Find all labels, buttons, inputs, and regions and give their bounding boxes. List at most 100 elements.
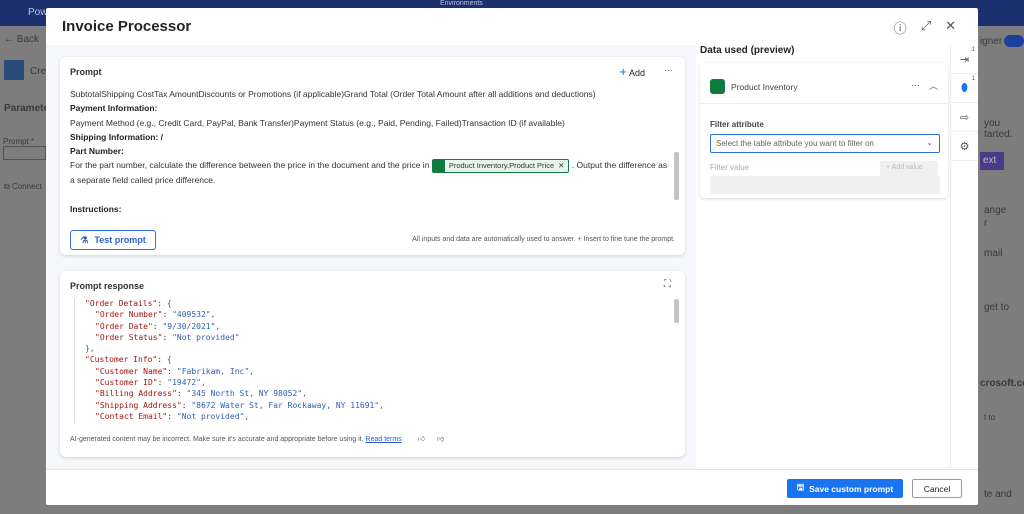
json-key: "Customer Info" (85, 355, 158, 365)
database-icon: ⬮ (961, 81, 968, 94)
sign-out-icon: ⇨ (959, 111, 970, 124)
json-key: "Order Details" (85, 299, 158, 308)
add-label: Add (628, 68, 645, 78)
json-line: "Order Date": "9/30/2021", (95, 321, 221, 331)
bg-text: te and (984, 489, 1012, 500)
outputs-tab[interactable]: ⇨ (951, 103, 978, 132)
json-value: "19472", (167, 378, 206, 388)
close-icon[interactable]: ✕ (945, 18, 956, 37)
bg-text: r (984, 218, 988, 229)
bg-text: ange (984, 205, 1007, 216)
json-key: "Billing Address" (95, 389, 177, 399)
data-reference-chip[interactable]: Product Inventory.Product Price ✕ (431, 159, 570, 174)
data-used-title: Data used (preview) (700, 45, 795, 56)
inputs-tab[interactable]: ⇥ 1 (951, 45, 978, 74)
prompt-scrollbar[interactable] (674, 152, 679, 200)
side-toolbar: ⇥ 1 ⬮ 1 ⇨ ⚙ (950, 45, 978, 469)
help-icon[interactable]: ⓘ (894, 18, 907, 37)
prompt-editor[interactable]: SubtotalShipping CostTax AmountDiscounts… (70, 87, 670, 219)
cancel-button[interactable]: Cancel (912, 479, 962, 498)
badge: 1 (971, 76, 975, 82)
designer-toggle[interactable] (1004, 35, 1024, 47)
thumbs-down-icon[interactable]: 👎︎ (437, 436, 444, 443)
json-line: "Shipping Address": "8672 Water St, Far … (95, 400, 384, 410)
json-key: "Customer Name" (95, 366, 168, 376)
prompt-heading: Instructions: (70, 203, 122, 214)
chevron-up-icon[interactable]: ︿ (929, 79, 938, 92)
read-terms-link[interactable]: Read terms (366, 436, 402, 443)
json-key: "Order Status" (95, 332, 163, 342)
chip-label: Product Inventory.Product Price (448, 161, 555, 171)
json-key: "Shipping Address" (95, 400, 182, 410)
more-options-icon[interactable]: ··· (664, 65, 673, 75)
response-scrollbar[interactable] (674, 299, 679, 323)
environments-label[interactable]: Environments (440, 0, 483, 7)
filter-value-input[interactable] (710, 176, 940, 194)
bg-text: you (984, 118, 1001, 129)
plus-icon: + (619, 64, 627, 79)
prompt-card: Prompt + Add ··· SubtotalShipping CostTa… (60, 57, 685, 255)
prompt-title: Prompt (70, 67, 102, 77)
bg-text: t to (984, 413, 996, 422)
designer-toggle-label: igner (980, 36, 1003, 47)
flask-icon: ⚗ (80, 234, 89, 245)
next-button[interactable]: ext (980, 152, 1004, 170)
json-value: "9/30/2021", (162, 321, 221, 331)
badge: 1 (971, 47, 975, 53)
json-line: "Order Number": "409532", (95, 310, 216, 320)
data-source-card: Product Inventory ··· ︿ Filter attribute… (700, 63, 948, 198)
response-title: Prompt response (70, 281, 145, 291)
fullscreen-icon[interactable]: ⛶ (664, 279, 671, 290)
ai-disclaimer: AI-generated content may be incorrect. M… (70, 434, 444, 443)
invoice-processor-dialog: Invoice Processor ⓘ ⤢ ✕ Prompt + Add ···… (46, 8, 978, 505)
settings-tab[interactable]: ⚙ (951, 132, 978, 161)
back-link[interactable]: ← Back (4, 34, 39, 45)
more-options-icon[interactable]: ··· (911, 80, 920, 90)
prompt-line: For the part number, calculate the diffe… (70, 160, 430, 171)
test-prompt-button[interactable]: ⚗ Test prompt (70, 230, 156, 250)
json-value: "8672 Water St, Far Rockaway, NY 11691", (191, 400, 384, 410)
bg-text: get to (984, 302, 1010, 313)
add-button[interactable]: + Add (619, 64, 645, 79)
prompt-line: Payment Method (e.g., Credit Card, PayPa… (70, 117, 565, 128)
json-key: "Contact Email" (95, 411, 168, 421)
filter-value-label: Filter value (710, 163, 750, 172)
json-key: "Order Date" (95, 321, 153, 331)
add-value-button[interactable]: + Add value (880, 161, 938, 176)
connections-label: Connect (11, 182, 42, 191)
save-custom-prompt-button[interactable]: 🖫 Save custom prompt (787, 479, 903, 498)
json-value: "345 North St, NY 98052", (186, 389, 307, 399)
json-line: "Customer Info": { (85, 355, 172, 365)
data-used-panel: Data used (preview) Product Inventory ··… (700, 45, 948, 469)
json-line: "Order Details": { (85, 299, 172, 308)
json-key: "Customer ID" (95, 378, 158, 388)
connections-link[interactable]: ⧉ Connect (4, 182, 42, 192)
json-value: }, (85, 344, 95, 354)
flow-icon (4, 60, 24, 80)
remove-chip-icon[interactable]: ✕ (558, 159, 564, 173)
expand-icon[interactable]: ⤢ (921, 18, 931, 37)
prompt-heading: Part Number: (70, 146, 124, 157)
json-value: "Not provided" (172, 332, 240, 342)
bg-email: crosoft.com (980, 378, 1024, 389)
prompt-field[interactable] (3, 146, 46, 160)
json-line: "Billing Address": "345 North St, NY 980… (95, 389, 307, 399)
left-column: Prompt + Add ··· SubtotalShipping CostTa… (46, 45, 696, 469)
json-line: "Customer ID": "19472", (95, 378, 206, 388)
json-value: "Not provided", (176, 411, 250, 421)
json-line: "Customer Name": "Fabrikam, Inc", (95, 366, 254, 376)
json-value: { (166, 355, 172, 365)
filter-attribute-select[interactable]: Select the table attribute you want to f… (710, 134, 940, 153)
gear-icon: ⚙ (959, 140, 970, 153)
dialog-footer: 🖫 Save custom prompt Cancel (46, 469, 978, 505)
thumbs-up-icon[interactable]: 👍︎ (418, 436, 425, 443)
test-prompt-label: Test prompt (94, 235, 146, 245)
json-line: "Contact Email": "Not provided", (95, 411, 250, 421)
data-tab[interactable]: ⬮ 1 (951, 74, 978, 103)
back-label: Back (16, 34, 40, 45)
prompt-heading: Shipping Information: / (70, 131, 164, 142)
dataverse-icon (710, 79, 725, 94)
bg-text: mail (984, 248, 1003, 259)
prompt-response-card: Prompt response ⛶ "Order Details": {"Ord… (60, 271, 685, 457)
json-line: }, (85, 343, 674, 354)
